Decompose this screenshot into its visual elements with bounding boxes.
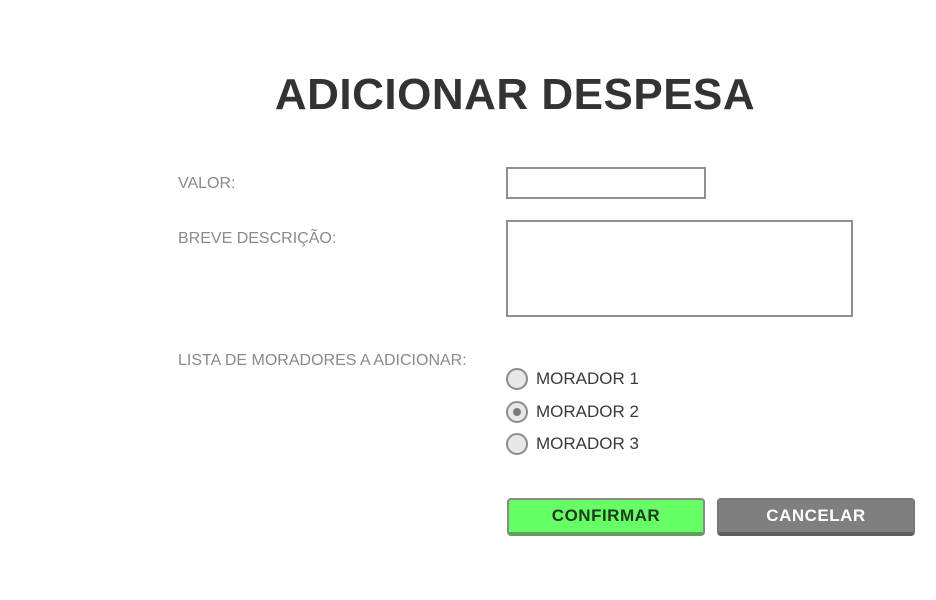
moradores-list-label: LISTA DE MORADORES A ADICIONAR: bbox=[178, 352, 467, 369]
radio-morador-2[interactable]: MORADOR 2 bbox=[506, 400, 639, 424]
descricao-textarea[interactable] bbox=[506, 220, 853, 317]
radio-button-selected-icon[interactable] bbox=[506, 401, 528, 423]
page-title: ADICIONAR DESPESA bbox=[274, 70, 756, 119]
radio-morador-3[interactable]: MORADOR 3 bbox=[506, 432, 639, 456]
radio-button-icon[interactable] bbox=[506, 368, 528, 390]
radio-morador-3-label: MORADOR 3 bbox=[536, 434, 639, 453]
radio-morador-2-label: MORADOR 2 bbox=[536, 402, 639, 421]
radio-button-icon[interactable] bbox=[506, 433, 528, 455]
radio-morador-1-label: MORADOR 1 bbox=[536, 369, 639, 388]
cancel-button[interactable]: CANCELAR bbox=[717, 498, 915, 536]
valor-label: VALOR: bbox=[178, 175, 236, 192]
radio-morador-1[interactable]: MORADOR 1 bbox=[506, 367, 639, 391]
valor-input[interactable] bbox=[506, 167, 706, 199]
descricao-label: BREVE DESCRIÇÃO: bbox=[178, 230, 337, 247]
confirm-button[interactable]: CONFIRMAR bbox=[507, 498, 705, 536]
